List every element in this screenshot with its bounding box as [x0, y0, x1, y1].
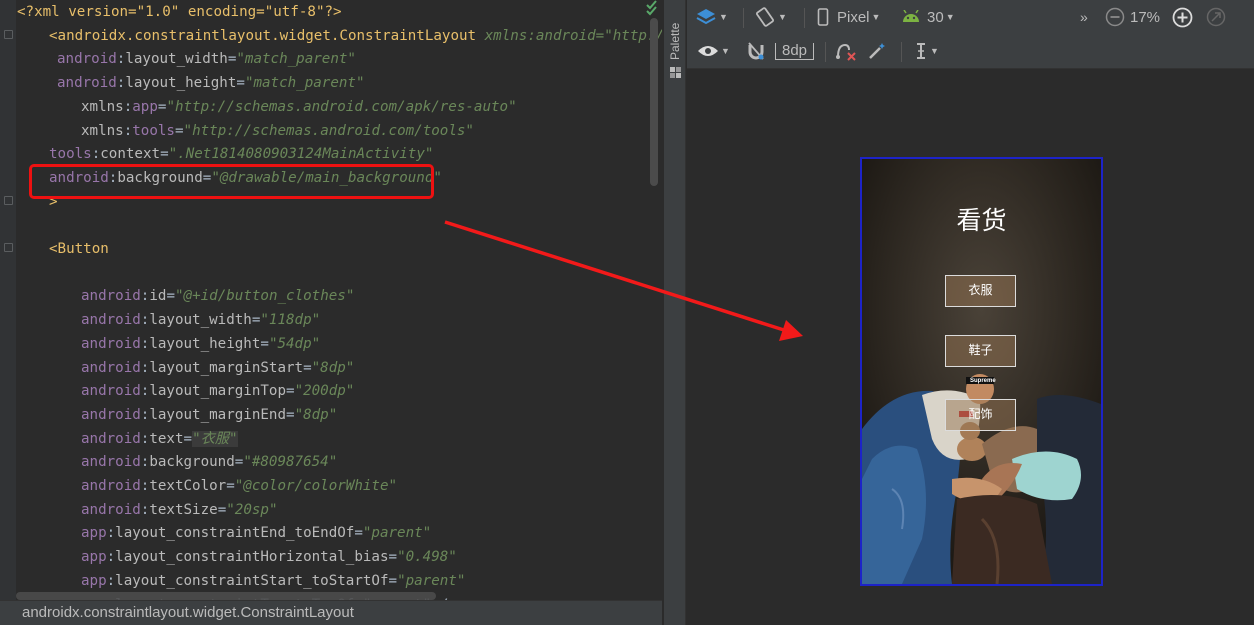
- code-line[interactable]: android:layout_height="match_parent": [0, 71, 365, 95]
- code-line[interactable]: android:layout_width="match_parent": [0, 47, 356, 71]
- code-line[interactable]: <?xml version="1.0" encoding="utf-8"?>: [0, 0, 342, 24]
- device-preview[interactable]: Supreme 看货 衣服 鞋子 配饰: [860, 157, 1103, 586]
- zoom-to-fit-icon: [1206, 7, 1226, 27]
- code-line[interactable]: android:layout_width="118dp": [0, 308, 320, 332]
- code-line[interactable]: tools:context=".Net1814080903124MainActi…: [0, 142, 433, 166]
- code-line[interactable]: android:id="@+id/button_clothes": [0, 284, 354, 308]
- code-line[interactable]: app:layout_constraintStart_toStartOf="pa…: [0, 569, 465, 593]
- toolbar-overflow-button[interactable]: »: [1080, 0, 1088, 34]
- code-line[interactable]: android:textColor="@color/colorWhite": [0, 474, 397, 498]
- code-line[interactable]: xmlns:tools="http://schemas.android.com/…: [0, 119, 474, 143]
- code-line[interactable]: android:textSize="20sp": [0, 498, 277, 522]
- screen-title: 看货: [956, 206, 1007, 235]
- zoom-in-button[interactable]: [1172, 0, 1193, 34]
- zoom-out-button[interactable]: [1105, 0, 1125, 34]
- editor-horizontal-scrollbar[interactable]: [16, 592, 436, 600]
- code-line[interactable]: android:layout_marginStart="8dp": [0, 356, 354, 380]
- supreme-logo: Supreme: [970, 378, 996, 384]
- code-line[interactable]: app:layout_constraintEnd_toEndOf="parent…: [0, 521, 431, 545]
- accessories-button[interactable]: 配饰: [945, 399, 1016, 431]
- zoom-in-icon: [1172, 7, 1193, 27]
- clothes-button[interactable]: 衣服: [945, 275, 1016, 307]
- code-line[interactable]: app:layout_constraintHorizontal_bias="0.…: [0, 545, 457, 569]
- code-line[interactable]: android:layout_height="54dp": [0, 332, 320, 356]
- code-line[interactable]: android:text="衣服": [0, 427, 238, 451]
- code-line[interactable]: <Button: [0, 237, 109, 261]
- code-line[interactable]: android:layout_marginEnd="8dp": [0, 403, 337, 427]
- shoes-button[interactable]: 鞋子: [945, 335, 1016, 367]
- layout-designer: ▼ ▼ Pixel ▼ 30 ▼ » 17% ▼ 8dp ▼ Supreme 看…: [444, 0, 1254, 625]
- annotation-highlight-box: [29, 164, 434, 199]
- code-line[interactable]: android:layout_marginTop="200dp": [0, 379, 354, 403]
- zoom-out-icon: [1105, 7, 1125, 27]
- zoom-to-fit-button[interactable]: [1206, 0, 1226, 34]
- breadcrumb[interactable]: androidx.constraintlayout.widget.Constra…: [0, 600, 662, 625]
- code-line[interactable]: android:background="#80987654": [0, 450, 337, 474]
- zoom-level: 17%: [1130, 8, 1161, 26]
